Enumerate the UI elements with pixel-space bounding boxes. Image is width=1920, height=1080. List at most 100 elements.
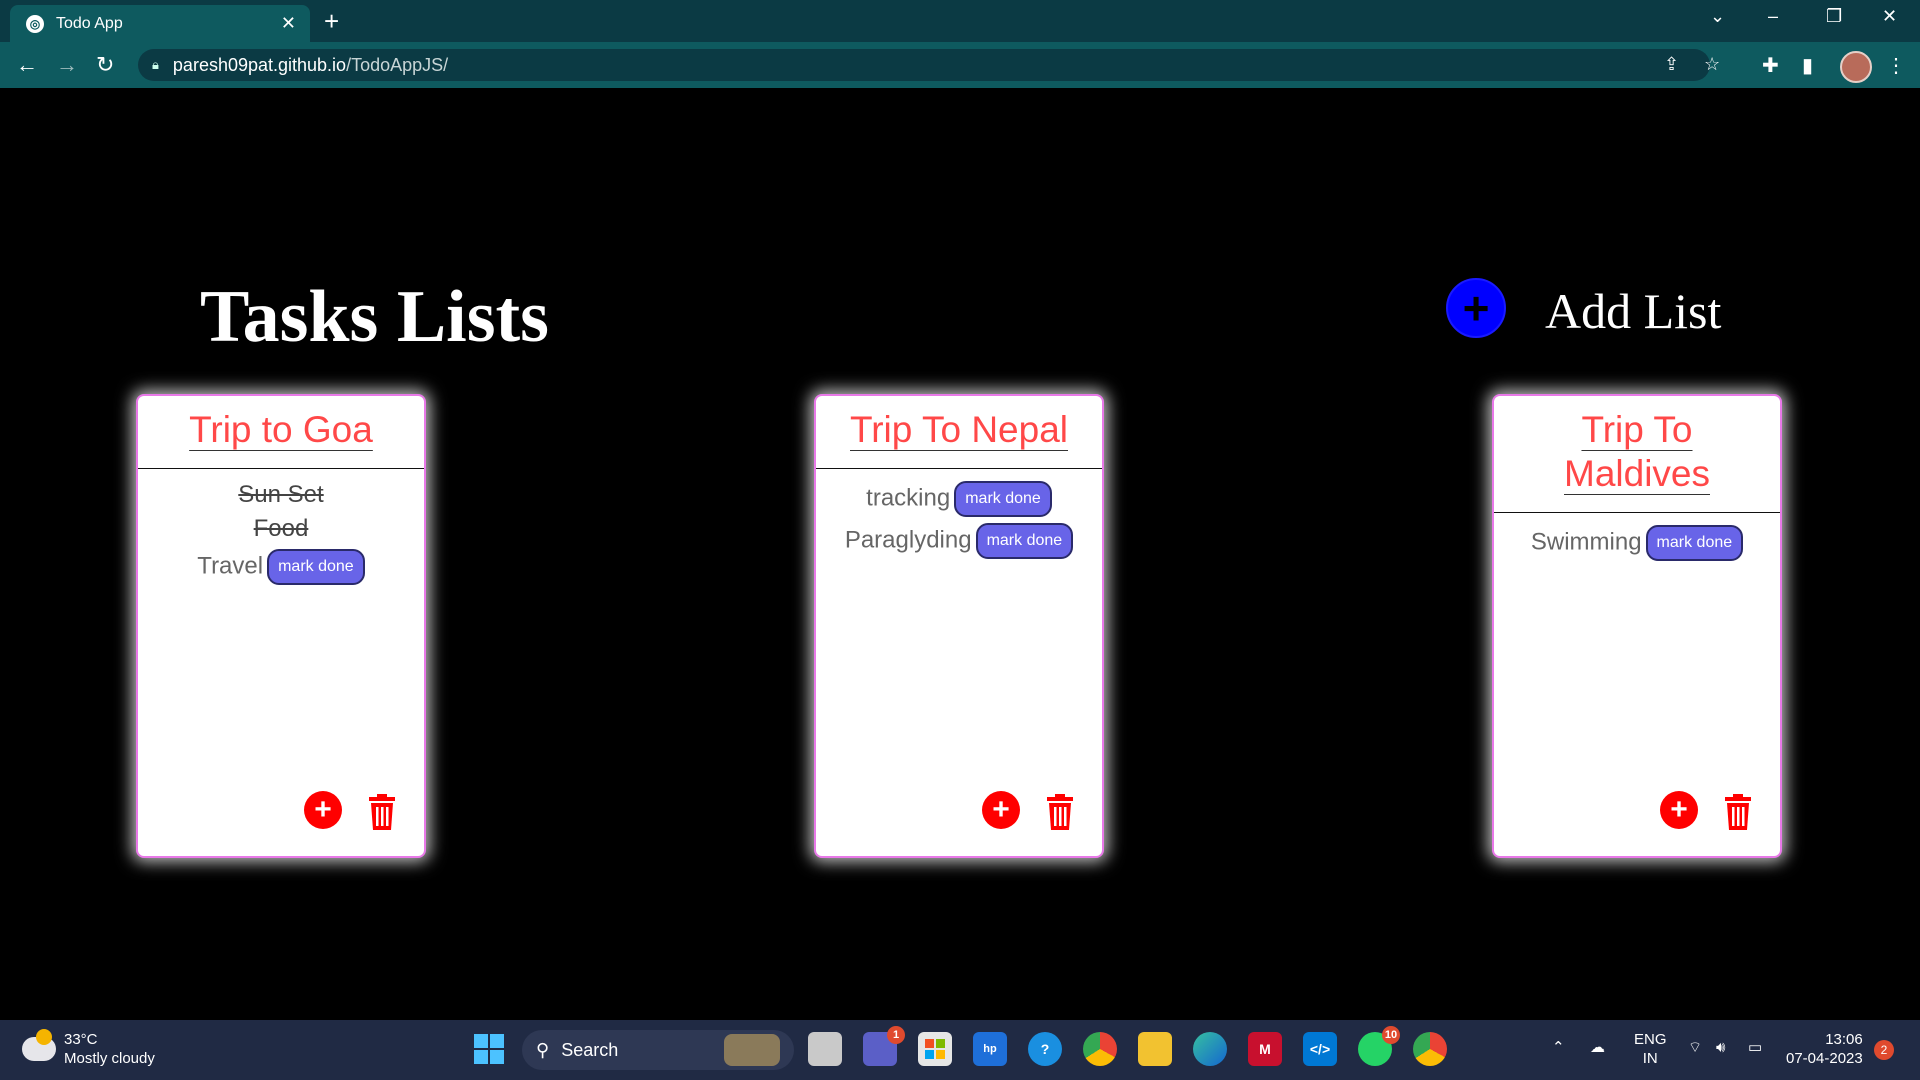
store-icon[interactable] (918, 1032, 952, 1066)
list-card-maldives: Trip To Maldives Swimming mark done + (1492, 394, 1782, 858)
task-text: Travel (197, 552, 264, 580)
task-text: Sun Set (238, 481, 324, 508)
list-title: Trip to Goa (189, 409, 373, 450)
task-item: Food (138, 515, 424, 543)
list-title: Trip To Maldives (1564, 409, 1710, 494)
back-icon[interactable]: ← (16, 52, 38, 78)
notification-badge: 10 (1382, 1026, 1400, 1044)
restore-icon[interactable]: ❐ (1826, 6, 1842, 27)
url-host: paresh09pat.github.io (172, 54, 347, 75)
reload-icon[interactable]: ↻ (96, 52, 114, 78)
weather-temp: 33°C (64, 1031, 98, 1048)
teams-chat-icon[interactable]: 1 (863, 1026, 905, 1066)
tab-title: Todo App (56, 14, 123, 32)
search-highlight-image (724, 1034, 780, 1066)
bookmark-star-icon[interactable]: ☆ (1704, 54, 1720, 75)
plus-icon: + (992, 793, 1010, 826)
task-text: tracking (866, 484, 951, 512)
close-window-icon[interactable]: ✕ (1882, 6, 1897, 27)
add-list-button[interactable]: + (1446, 278, 1506, 338)
forward-icon[interactable]: → (56, 52, 78, 78)
task-items: Sun Set Food Travel mark done (138, 469, 424, 585)
region-code: IN (1642, 1050, 1658, 1067)
plus-icon: + (1670, 793, 1688, 826)
language-indicator[interactable]: ENG IN (1634, 1030, 1667, 1068)
minimize-icon[interactable]: – (1768, 6, 1778, 27)
battery-icon[interactable]: ▭ (1748, 1038, 1762, 1057)
task-view-icon[interactable] (808, 1032, 842, 1066)
list-title: Trip To Nepal (850, 409, 1068, 450)
wifi-icon[interactable]: ⌔ (1688, 1038, 1702, 1057)
profile-avatar[interactable] (1840, 51, 1872, 83)
globe-icon: ◎ (26, 14, 44, 33)
task-item: Travel mark done (138, 549, 424, 585)
task-text: Paraglyding (844, 526, 972, 554)
mcafee-icon[interactable]: M (1248, 1032, 1282, 1066)
language-code: ENG (1634, 1031, 1667, 1048)
url-path: /TodoAppJS/ (346, 54, 449, 75)
list-card-goa: Trip to Goa Sun Set Food Travel mark done… (136, 394, 426, 858)
task-items: tracking mark done Paraglyding mark done (816, 469, 1102, 559)
chrome-profile-icon[interactable] (1413, 1032, 1447, 1066)
task-item: Paraglyding mark done (816, 523, 1102, 559)
trash-icon[interactable] (1044, 794, 1076, 830)
weather-desc: Mostly cloudy (64, 1050, 155, 1067)
mark-done-button[interactable]: mark done (975, 523, 1074, 559)
address-bar[interactable]: 🔒︎ paresh09pat.github.io/TodoAppJS/ ⇪ ☆ (138, 49, 1720, 81)
weather-widget[interactable]: 33°C Mostly cloudy (22, 1029, 155, 1068)
add-task-button[interactable]: + (982, 791, 1020, 829)
trash-icon[interactable] (366, 794, 398, 830)
whatsapp-icon[interactable]: 10 (1358, 1026, 1400, 1066)
chrome-icon[interactable] (1083, 1032, 1117, 1066)
add-list-label: Add List (1545, 283, 1722, 339)
search-icon: ⚲ (536, 1039, 550, 1060)
card-header: Trip to Goa (138, 396, 424, 469)
notification-count-badge[interactable]: 2 (1874, 1040, 1894, 1060)
clock-date: 07-04-2023 (1786, 1050, 1863, 1067)
share-icon[interactable]: ⇪ (1664, 54, 1679, 75)
address-bar-row: ← → ↻ 🔒︎ paresh09pat.github.io/TodoAppJS… (0, 42, 1920, 88)
task-text: Swimming (1530, 528, 1642, 556)
new-tab-icon[interactable]: + (324, 6, 339, 37)
task-text: Food (253, 515, 309, 542)
mark-done-button[interactable]: mark done (267, 549, 365, 585)
volume-icon[interactable]: 🔊︎ (1716, 1038, 1725, 1057)
list-card-nepal: Trip To Nepal tracking mark done Paraglyd… (814, 394, 1104, 858)
search-label: Search (561, 1039, 619, 1060)
help-icon[interactable]: ? (1028, 1032, 1062, 1066)
add-task-button[interactable]: + (1660, 791, 1698, 829)
browser-tab-bar: ◎ Todo App ✕ + ⌄ – ❐ ✕ (0, 0, 1920, 42)
onedrive-icon[interactable]: ☁ (1590, 1038, 1605, 1057)
edge-icon[interactable] (1193, 1032, 1227, 1066)
lock-icon[interactable]: 🔒︎ (152, 57, 159, 73)
menu-icon[interactable]: ⋮ (1886, 53, 1906, 78)
taskbar: 33°C Mostly cloudy ⚲ Search 1 hp ? M </>… (0, 1020, 1920, 1080)
browser-tab[interactable]: ◎ Todo App ✕ (10, 5, 310, 42)
side-panel-icon[interactable]: ▮ (1802, 53, 1813, 78)
task-items: Swimming mark done (1494, 513, 1780, 561)
clock[interactable]: 13:06 07-04-2023 (1786, 1030, 1863, 1068)
taskbar-search[interactable]: ⚲ Search (522, 1030, 794, 1070)
file-explorer-icon[interactable] (1138, 1032, 1172, 1066)
notification-badge: 1 (887, 1026, 905, 1044)
clock-time: 13:06 (1825, 1031, 1863, 1048)
windows-start-icon[interactable] (472, 1032, 506, 1066)
task-item: Swimming mark done (1494, 525, 1780, 561)
add-task-button[interactable]: + (304, 791, 342, 829)
task-item: tracking mark done (816, 481, 1102, 517)
trash-icon[interactable] (1722, 794, 1754, 830)
card-header: Trip To Maldives (1494, 396, 1780, 513)
extensions-icon[interactable]: ✚ (1762, 53, 1779, 78)
mark-done-button[interactable]: mark done (954, 481, 1052, 517)
show-hidden-icons-icon[interactable]: ⌃ (1552, 1038, 1565, 1057)
plus-icon: + (314, 793, 332, 826)
myhp-icon[interactable]: hp (973, 1032, 1007, 1066)
card-header: Trip To Nepal (816, 396, 1102, 469)
task-item: Sun Set (138, 481, 424, 509)
page-title: Tasks Lists (200, 276, 549, 358)
cloud-sun-icon (22, 1029, 56, 1061)
vscode-icon[interactable]: </> (1303, 1032, 1337, 1066)
mark-done-button[interactable]: mark done (1645, 525, 1744, 561)
close-tab-icon[interactable]: ✕ (281, 13, 296, 34)
tab-search-icon[interactable]: ⌄ (1710, 6, 1725, 27)
